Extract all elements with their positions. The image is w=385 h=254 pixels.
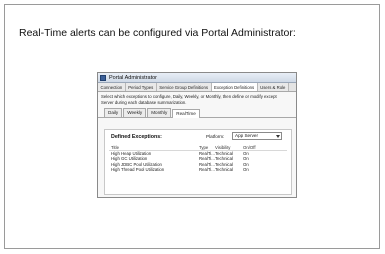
tab-period-types[interactable]: Period Types [125, 83, 157, 91]
platform-select-value: App Server [235, 133, 258, 138]
tab-daily[interactable]: Daily [104, 108, 123, 117]
tab-users-roles[interactable]: Users & Role [257, 83, 289, 91]
column-header-type[interactable]: Type [199, 145, 215, 150]
slide-title: Real-Time alerts can be configured via P… [19, 27, 296, 39]
column-header-title[interactable]: Title [109, 145, 199, 150]
window-titlebar: Portal Administrator [98, 73, 296, 83]
realtime-panel: Defined Exceptions: Platform: App Server… [104, 129, 292, 195]
cell-onoff: On [243, 166, 249, 172]
tab-realtime[interactable]: RealTime [172, 109, 200, 118]
chevron-down-icon[interactable] [276, 135, 280, 138]
platform-label: Platform: [206, 134, 225, 139]
tab-service-group-definitions[interactable]: Service Group Definitions [156, 83, 212, 91]
table-row[interactable]: High Thread Pool Utilization RealTi... T… [109, 167, 287, 172]
column-header-visibility[interactable]: Visibility [215, 145, 243, 150]
description-text: Select which exceptions to configure, Da… [98, 92, 296, 105]
tab-exception-definitions[interactable]: Exception Definitions [211, 83, 258, 91]
cell-type: RealTi... [199, 166, 215, 172]
defined-exceptions-label: Defined Exceptions: [111, 134, 162, 140]
tab-weekly[interactable]: Weekly [123, 108, 147, 117]
cell-title: High Thread Pool Utilization [111, 166, 165, 172]
exceptions-table: Title Type Visibility On/Off High Heap U… [109, 145, 287, 172]
window-title: Portal Administrator [109, 74, 157, 81]
tab-monthly[interactable]: Monthly [147, 108, 172, 117]
schedule-tab-bar: Daily Weekly Monthly RealTime [98, 105, 296, 118]
platform-select[interactable]: App Server [232, 132, 282, 140]
column-header-onoff[interactable]: On/Off [243, 145, 263, 150]
portal-admin-window: Portal Administrator Connection Period T… [97, 72, 297, 198]
main-tab-bar: Connection Period Types Service Group De… [98, 83, 296, 92]
app-icon [100, 74, 106, 81]
description-line-1: Select which exceptions to configure, Da… [101, 94, 277, 99]
tab-connection[interactable]: Connection [98, 83, 126, 91]
cell-visibility: Technical [215, 166, 233, 172]
slide: Real-Time alerts can be configured via P… [4, 4, 380, 249]
